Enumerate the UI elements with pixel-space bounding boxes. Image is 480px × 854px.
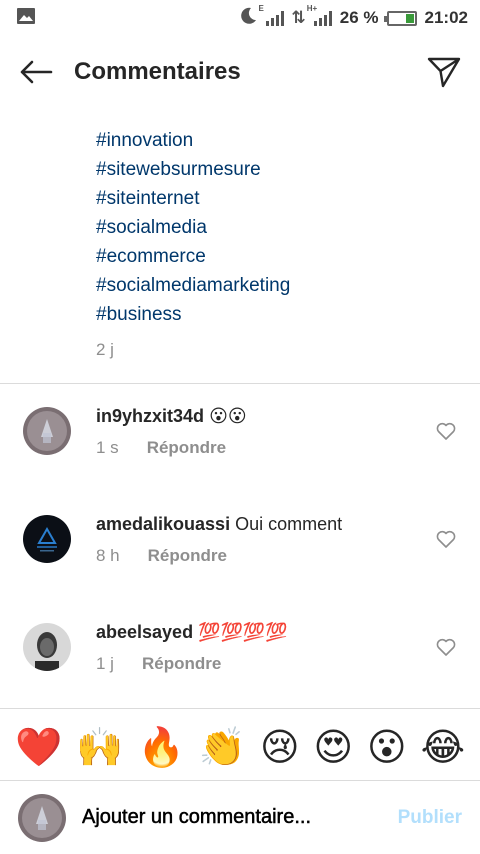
hashtag-link[interactable]: #business [96,300,460,329]
battery-icon [383,10,417,26]
post-caption: #innovation #sitewebsurmesure #siteinter… [96,126,460,360]
comment-username[interactable]: in9yhzxit34d [96,406,204,426]
comment-text: 😮😮 [209,406,247,426]
hashtag-link[interactable]: #siteinternet [96,184,460,213]
comment-username[interactable]: abeelsayed [96,622,193,642]
comment-text: Oui comment [235,514,343,534]
signal-icon: H+ [307,4,332,26]
share-button[interactable] [424,52,464,92]
publish-button[interactable]: Publier [398,807,462,829]
avatar[interactable] [23,407,71,455]
battery-percent: 26 % [339,8,379,27]
hashtag-link[interactable]: #ecommerce [96,242,460,271]
arrow-left-icon [20,60,53,84]
divider [0,383,480,384]
signal-icon: E [259,4,284,26]
reply-button[interactable]: Répondre [148,546,227,566]
network-type-label: H+ [306,4,318,13]
comment-timestamp: 1 j [96,654,114,673]
data-arrows-icon: ⇅ [291,8,306,27]
comment-text: 💯💯💯💯 [198,622,288,642]
hashtag-link[interactable]: #socialmediamarketing [96,271,460,300]
emoji-quick-bar: ❤️ 🙌 🔥 👏 😢 😍 😮 😂 [0,716,480,778]
heart-icon [436,530,456,548]
like-button[interactable] [434,527,458,551]
status-bar: E ⇅ H+ 26 % 21:02 [0,0,480,36]
emoji-fire-button[interactable]: 🔥 [137,725,184,769]
avatar[interactable] [23,515,71,563]
comment-username[interactable]: amedalikouassi [96,514,230,534]
avatar [18,793,66,842]
emoji-raised-hands-button[interactable]: 🙌 [76,725,123,769]
paper-plane-icon [427,57,461,88]
image-icon [16,7,36,30]
network-type-label: E [258,4,264,13]
comment-item: abeelsayed 💯💯💯💯 1 j Répondre [0,620,480,720]
like-button[interactable] [434,635,458,659]
emoji-heart-button[interactable]: ❤️ [15,725,62,769]
comment-item: amedalikouassi Oui comment 8 h Répondre [0,512,480,612]
emoji-clap-button[interactable]: 👏 [199,725,246,769]
back-button[interactable] [16,52,56,92]
page-title: Commentaires [74,58,241,85]
clock: 21:02 [424,8,468,27]
moon-icon [238,6,258,31]
reply-button[interactable]: Répondre [142,654,221,674]
comment-item: in9yhzxit34d 😮😮 1 s Répondre [0,404,480,504]
comment-timestamp: 8 h [96,546,120,565]
reply-button[interactable]: Répondre [147,438,226,458]
divider [0,708,480,709]
heart-icon [436,638,456,656]
emoji-heart-eyes-button[interactable]: 😍 [314,725,354,769]
avatar[interactable] [23,623,71,671]
hashtag-link[interactable]: #socialmedia [96,213,460,242]
comment-input[interactable] [82,806,388,829]
header: Commentaires [0,36,480,108]
emoji-crying-button[interactable]: 😢 [260,725,300,769]
emoji-surprised-button[interactable]: 😮 [367,725,407,769]
like-button[interactable] [434,419,458,443]
hashtag-link[interactable]: #innovation [96,126,460,155]
emoji-joy-button[interactable]: 😂 [421,725,465,769]
heart-icon [436,422,456,440]
caption-timestamp: 2 j [96,340,114,359]
comment-composer: Publier [0,781,480,854]
hashtag-link[interactable]: #sitewebsurmesure [96,155,460,184]
comment-timestamp: 1 s [96,438,119,457]
